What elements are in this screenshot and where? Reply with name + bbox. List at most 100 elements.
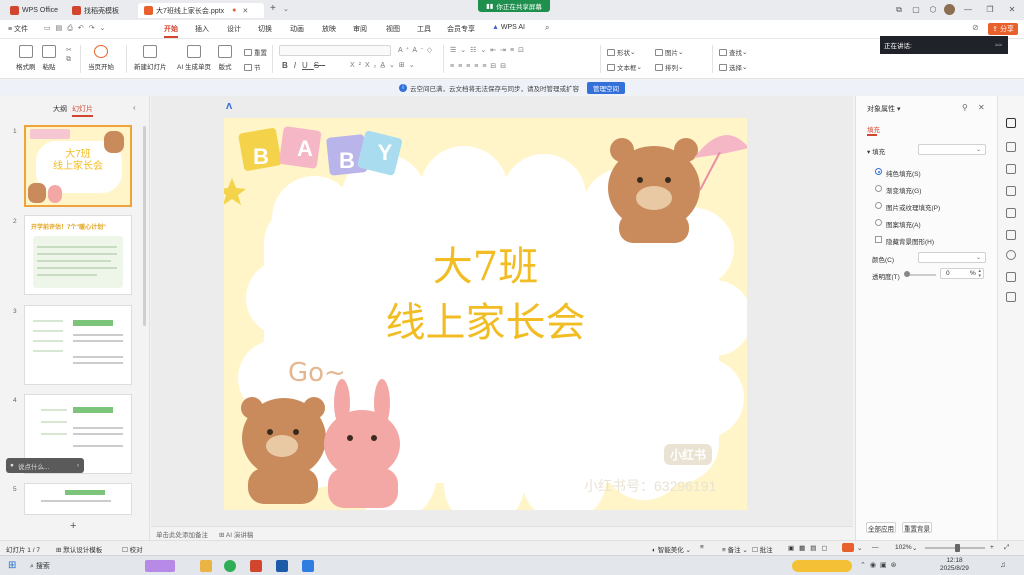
cloud-status-icon[interactable]: ⊘ xyxy=(972,23,979,32)
align-status-icon[interactable]: ≡ xyxy=(700,544,704,551)
solid-fill-radio[interactable] xyxy=(875,168,882,175)
quick-access-toolbar[interactable]: ▭▤⎙↶↷⌄ xyxy=(44,24,110,33)
minimize-icon[interactable]: — xyxy=(962,4,974,16)
file-menu[interactable]: ≡ 文件 xyxy=(8,24,28,34)
settings-tool-icon[interactable] xyxy=(1006,272,1016,282)
close-window-icon[interactable]: ✕ xyxy=(1006,4,1018,16)
tray-app-icons[interactable] xyxy=(792,560,852,572)
add-slide-button[interactable]: + xyxy=(70,520,76,532)
paste-button[interactable]: 粘贴 xyxy=(42,45,56,71)
menu-wps-ai[interactable]: ▲ WPS AI xyxy=(492,24,525,31)
link-tool-icon[interactable] xyxy=(1006,230,1016,240)
proofread-button[interactable]: ☐ 校对 xyxy=(122,544,143,554)
window-tile-icon[interactable]: ▢ xyxy=(910,4,922,16)
app-taskbar-icon[interactable] xyxy=(276,560,288,572)
wps-taskbar-icon[interactable] xyxy=(250,560,262,572)
slide-thumb-5[interactable] xyxy=(24,483,132,515)
reset-background-button[interactable]: 重置背景 xyxy=(902,522,932,533)
copy-tool-icon[interactable] xyxy=(1006,164,1016,174)
find-button[interactable]: 查找 ⌄ xyxy=(719,47,747,57)
window-mode-icon[interactable]: ⧉ xyxy=(893,4,905,16)
view-mode-icons[interactable]: ▣▦▤▢ xyxy=(788,544,833,552)
fill-type-select[interactable]: ⌄ xyxy=(918,144,986,155)
transparency-input[interactable]: 0 % ▴ ▾ xyxy=(940,268,984,279)
font-size-buttons[interactable]: A⁺A⁻◇ xyxy=(398,46,435,54)
select-button[interactable]: 选择 ⌄ xyxy=(719,62,747,72)
search-icon[interactable]: ⌕ xyxy=(545,23,549,33)
font-color-buttons[interactable]: X²X₂A̲⌄⊞⌄ xyxy=(350,61,419,69)
menu-transition[interactable]: 切换 xyxy=(258,24,272,34)
share-button[interactable]: ⇪ 分享 xyxy=(988,23,1018,35)
meeting-taskbar-icon[interactable] xyxy=(302,560,314,572)
ai-generate-button[interactable]: AI 生成单页 xyxy=(177,45,211,71)
taskbar-widget-icon[interactable] xyxy=(145,560,175,572)
slide-thumb-1[interactable]: 大7班 线上家长会 xyxy=(24,125,132,207)
play-options-chevron-icon[interactable]: ⌄ xyxy=(857,544,862,552)
slide-thumb-3[interactable] xyxy=(24,305,132,385)
new-tab-icon[interactable]: + xyxy=(270,3,276,14)
tab-template[interactable]: 找稻壳模板 xyxy=(66,3,125,18)
image-tool-icon[interactable] xyxy=(1006,186,1016,196)
chevron-left-icon[interactable]: ‹ xyxy=(77,462,79,469)
notification-bell-icon[interactable]: ♫ xyxy=(1000,560,1006,569)
close-tab-icon[interactable]: ✕ xyxy=(242,7,248,15)
bold-button[interactable]: B xyxy=(282,61,294,70)
slide-1[interactable]: B A B Y 大7班 线上家长会 Go~ 小红书 小红书号：63296191 xyxy=(224,118,747,510)
menu-view[interactable]: 视图 xyxy=(386,24,400,34)
format-painter-button[interactable]: 格式刷 xyxy=(16,45,36,71)
thumb-scrollbar[interactable] xyxy=(143,126,146,326)
slide-title-line2[interactable]: 线上家长会 xyxy=(224,296,747,350)
play-slideshow-button[interactable] xyxy=(842,543,854,552)
menu-member[interactable]: 会员专享 xyxy=(447,24,475,34)
menu-animation[interactable]: 动画 xyxy=(290,24,304,34)
skin-icon[interactable]: ⬡ xyxy=(927,4,939,16)
stepper-icon[interactable]: ▴ ▾ xyxy=(978,269,981,279)
zoom-level[interactable]: 102% xyxy=(895,544,912,551)
font-family-select[interactable] xyxy=(279,45,391,56)
hide-bg-checkbox[interactable] xyxy=(875,236,882,243)
transform-tool-icon[interactable] xyxy=(1006,208,1016,218)
menu-design[interactable]: 设计 xyxy=(227,24,241,34)
notes-toggle-button[interactable]: ≡ 备注 ⌄ xyxy=(722,544,748,554)
ai-notes-button[interactable]: ⊞ AI 演讲稿 xyxy=(219,529,253,539)
tab-outline[interactable]: 大纲 xyxy=(53,104,67,114)
strikethrough-button[interactable]: S xyxy=(314,61,325,70)
chevron-down-icon[interactable]: ▾ xyxy=(895,106,901,113)
cut-copy-icons[interactable]: ✂ ⧉ xyxy=(66,46,72,64)
windows-start-icon[interactable]: ⊞ xyxy=(8,560,16,571)
picture-button[interactable]: 图片 ⌄ xyxy=(655,47,683,57)
paragraph-list-buttons[interactable]: ☰⌄☷⌄⇤⇥≡⊡ xyxy=(450,46,528,54)
system-tray-icons[interactable]: ⌃◉▣⊛ xyxy=(860,561,900,569)
slide-title-line1[interactable]: 大7班 xyxy=(224,240,747,294)
apply-all-button[interactable]: 全部应用 xyxy=(866,522,896,533)
gradient-fill-radio[interactable] xyxy=(875,185,882,192)
pattern-fill-radio[interactable] xyxy=(875,219,882,226)
picture-fill-radio[interactable] xyxy=(875,202,882,209)
manage-space-button[interactable]: 管理空间 xyxy=(587,81,625,94)
collapse-panel-icon[interactable]: ‹ xyxy=(133,103,136,112)
taskbar-search[interactable]: ⌕ 搜索 xyxy=(30,561,50,571)
textbox-button[interactable]: 文本框 ⌄ xyxy=(607,62,642,72)
paragraph-align-buttons[interactable]: ≡≡≡≡≡⊟⊟ xyxy=(450,62,510,70)
ai-assistant-icon[interactable]: ᐱ xyxy=(226,102,232,111)
design-template-button[interactable]: ⊞ 默认设计模板 xyxy=(56,544,102,554)
pin-icon[interactable]: ⚲ xyxy=(962,103,968,112)
tab-list-chevron-icon[interactable]: ⌄ xyxy=(283,5,289,13)
tab-slides[interactable]: 幻灯片 xyxy=(72,104,93,117)
tab-fill[interactable]: 填充 xyxy=(867,124,880,134)
user-avatar[interactable] xyxy=(944,4,955,15)
zoom-in-icon[interactable]: + xyxy=(990,544,994,551)
zoom-slider-knob[interactable] xyxy=(955,544,960,552)
font-style-buttons[interactable]: BIUS xyxy=(282,61,325,70)
star-tool-icon[interactable] xyxy=(1006,142,1016,152)
zoom-chevron-icon[interactable]: ⌄ xyxy=(912,544,917,552)
notes-placeholder[interactable]: 单击此处添加备注 xyxy=(156,529,208,539)
play-from-current-button[interactable]: 当页开始 xyxy=(88,45,114,71)
comment-toggle-button[interactable]: ☐ 批注 xyxy=(752,544,773,554)
tab-document[interactable]: 大7班线上家长会.pptx ● ✕ xyxy=(138,3,264,18)
fill-section-header[interactable]: ▾ 填充 xyxy=(867,146,885,156)
fit-window-icon[interactable]: ⤢ xyxy=(1004,544,1009,552)
menu-review[interactable]: 审阅 xyxy=(353,24,367,34)
slide-thumb-2[interactable]: 开学前评估！7个"暖心计划" xyxy=(24,215,132,295)
reset-button[interactable]: 重置 xyxy=(244,47,267,57)
